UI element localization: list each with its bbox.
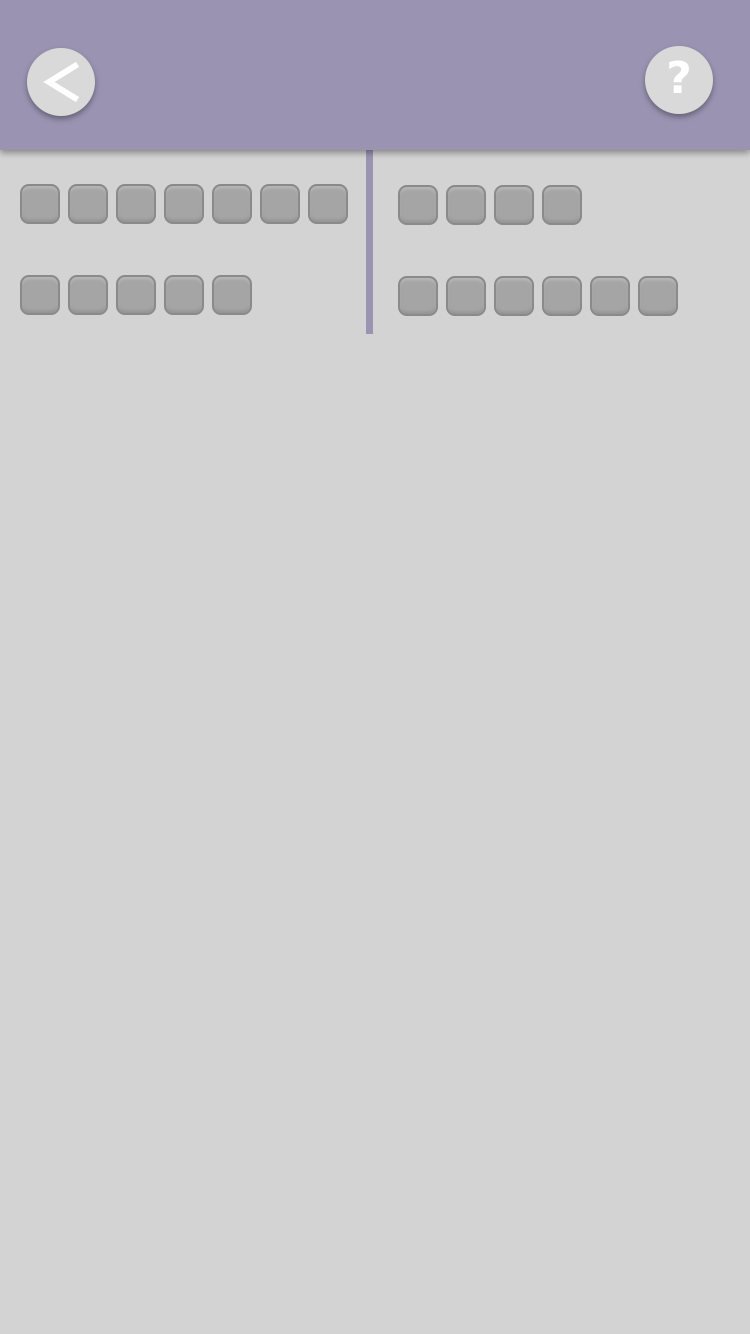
letter-tile: [20, 275, 60, 315]
letter-tile: [542, 185, 582, 225]
letter-tile: [590, 276, 630, 316]
letter-tile: [116, 184, 156, 224]
letter-tile: [68, 184, 108, 224]
game-screen: ?: [0, 0, 750, 1334]
letter-tile: [164, 275, 204, 315]
letter-tile: [212, 184, 252, 224]
letter-tile: [446, 185, 486, 225]
letter-tile: [638, 276, 678, 316]
word-board: [0, 150, 750, 340]
word-slot-left-2: [20, 275, 252, 315]
word-slot-left-1: [20, 184, 348, 224]
letter-tile: [398, 276, 438, 316]
letter-tile: [398, 185, 438, 225]
letter-tile: [260, 184, 300, 224]
top-bar: ?: [0, 0, 750, 150]
word-slot-right-1: [398, 185, 582, 225]
letter-tile: [212, 275, 252, 315]
letter-tile: [20, 184, 60, 224]
word-slot-right-2: [398, 276, 678, 316]
letter-tile: [542, 276, 582, 316]
help-button[interactable]: ?: [645, 46, 713, 114]
letter-tile: [494, 276, 534, 316]
letter-tile: [116, 275, 156, 315]
letter-tile: [68, 275, 108, 315]
question-mark-icon: ?: [666, 53, 692, 104]
letter-tile: [308, 184, 348, 224]
back-button[interactable]: [27, 48, 95, 116]
column-divider: [366, 150, 373, 334]
letter-tile: [494, 185, 534, 225]
letter-tile: [446, 276, 486, 316]
letter-tile: [164, 184, 204, 224]
chevron-left-icon: [41, 60, 81, 104]
